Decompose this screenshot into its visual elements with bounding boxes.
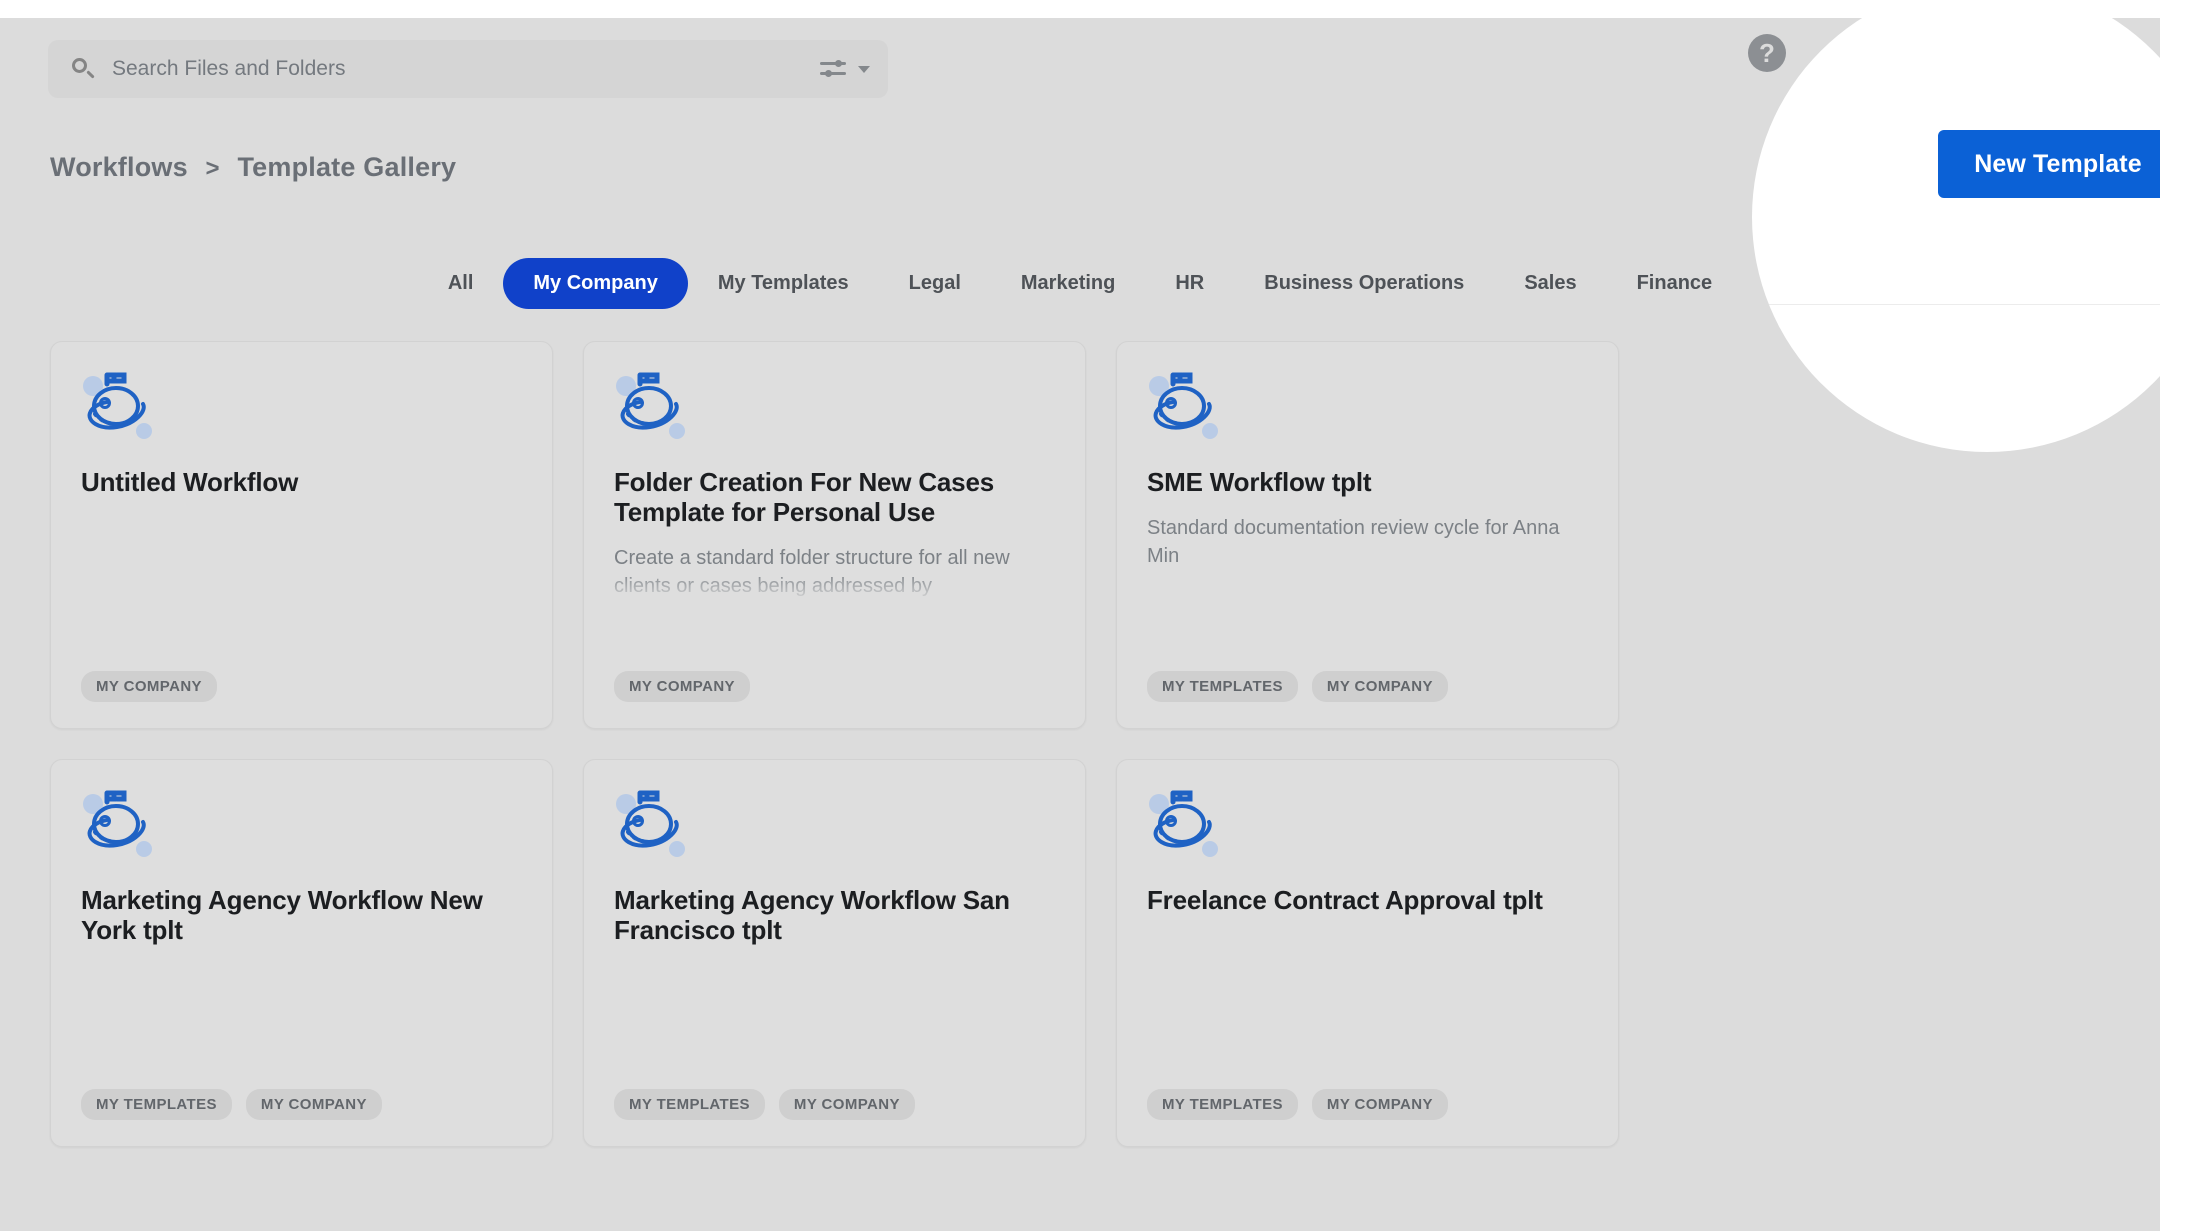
template-card-tags: MY COMPANY: [614, 671, 750, 702]
template-card-tags: MY TEMPLATES MY COMPANY: [81, 1089, 382, 1120]
breadcrumb-separator: >: [206, 155, 220, 182]
planet-workflow-icon: [614, 372, 692, 442]
viewport-top-strip: [0, 0, 2190, 18]
search-bar[interactable]: [48, 40, 888, 98]
template-card-title: Folder Creation For New Cases Template f…: [614, 468, 1055, 528]
tab-finance[interactable]: Finance: [1607, 258, 1743, 309]
template-card-title: SME Workflow tplt: [1147, 468, 1588, 498]
template-tag: MY COMPANY: [779, 1089, 915, 1120]
template-card[interactable]: Marketing Agency Workflow New York tplt M…: [50, 759, 553, 1147]
template-card-title: Marketing Agency Workflow San Francisco …: [614, 886, 1055, 946]
search-icon: [70, 56, 96, 82]
tab-my-templates[interactable]: My Templates: [688, 258, 879, 309]
search-input[interactable]: [112, 57, 820, 81]
template-card[interactable]: Freelance Contract Approval tplt MY TEMPL…: [1116, 759, 1619, 1147]
planet-workflow-icon: [614, 790, 692, 860]
template-card-description: Standard documentation review cycle for …: [1147, 514, 1588, 571]
app-root: ? 9+ Workflows > Template Gallery AllMy …: [0, 0, 2190, 1231]
template-card-tags: MY COMPANY: [81, 671, 217, 702]
tab-my-company[interactable]: My Company: [503, 258, 687, 309]
spotlight-header-divider: [1752, 304, 2190, 305]
template-card-description: Create a standard folder structure for a…: [614, 544, 1055, 601]
template-card[interactable]: SME Workflow tplt Standard documentation …: [1116, 341, 1619, 729]
template-card[interactable]: Untitled Workflow MY COMPANY: [50, 341, 553, 729]
tab-all[interactable]: All: [418, 258, 504, 309]
breadcrumb: Workflows > Template Gallery: [50, 152, 456, 183]
template-card-tags: MY TEMPLATES MY COMPANY: [1147, 671, 1448, 702]
template-tag: MY TEMPLATES: [614, 1089, 765, 1120]
template-card[interactable]: Folder Creation For New Cases Template f…: [583, 341, 1086, 729]
template-card-title: Freelance Contract Approval tplt: [1147, 886, 1588, 916]
tab-business-operations[interactable]: Business Operations: [1234, 258, 1494, 309]
tab-marketing[interactable]: Marketing: [991, 258, 1145, 309]
template-card-grid: Untitled Workflow MY COMPANY Folder Creati…: [50, 341, 2120, 1147]
template-card[interactable]: Marketing Agency Workflow San Francisco …: [583, 759, 1086, 1147]
breadcrumb-current: Template Gallery: [237, 152, 456, 182]
planet-workflow-icon: [81, 790, 159, 860]
template-tag: MY COMPANY: [1312, 1089, 1448, 1120]
template-card-tags: MY TEMPLATES MY COMPANY: [1147, 1089, 1448, 1120]
breadcrumb-root[interactable]: Workflows: [50, 152, 188, 182]
planet-workflow-icon: [81, 372, 159, 442]
template-tag: MY TEMPLATES: [1147, 1089, 1298, 1120]
template-tag: MY COMPANY: [614, 671, 750, 702]
template-card-tags: MY TEMPLATES MY COMPANY: [614, 1089, 915, 1120]
tab-sales[interactable]: Sales: [1494, 258, 1606, 309]
help-circle-icon[interactable]: ?: [1748, 34, 1786, 72]
chevron-down-icon: [858, 66, 870, 73]
template-tag: MY COMPANY: [1312, 671, 1448, 702]
template-tag: MY TEMPLATES: [1147, 671, 1298, 702]
template-tag: MY TEMPLATES: [81, 1089, 232, 1120]
tab-legal[interactable]: Legal: [879, 258, 991, 309]
template-tag: MY COMPANY: [246, 1089, 382, 1120]
right-page-gutter: [2160, 0, 2190, 1231]
sliders-icon: [820, 59, 846, 79]
new-template-button[interactable]: New Template: [1938, 130, 2178, 198]
search-filter-control[interactable]: [820, 59, 870, 79]
template-card-title: Marketing Agency Workflow New York tplt: [81, 886, 522, 946]
template-card-title: Untitled Workflow: [81, 468, 522, 498]
template-tag: MY COMPANY: [81, 671, 217, 702]
planet-workflow-icon: [1147, 372, 1225, 442]
tab-hr[interactable]: HR: [1145, 258, 1234, 309]
planet-workflow-icon: [1147, 790, 1225, 860]
